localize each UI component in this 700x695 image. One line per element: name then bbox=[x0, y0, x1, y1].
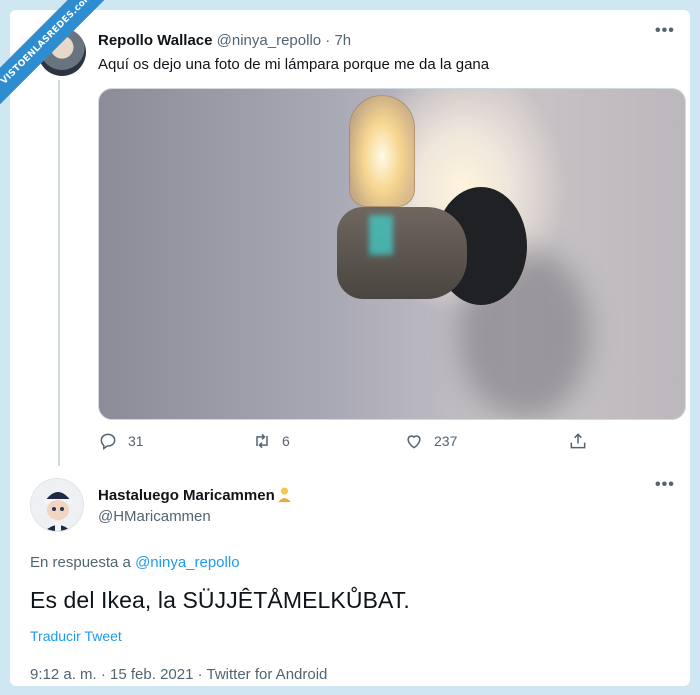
author-name[interactable]: Repollo Wallace bbox=[98, 32, 212, 49]
reply-icon bbox=[100, 433, 116, 450]
share-icon bbox=[570, 433, 586, 449]
doll-avatar-image bbox=[31, 479, 83, 531]
like-button[interactable]: 237 bbox=[404, 431, 457, 451]
reply-author-handle[interactable]: @HMaricammen bbox=[98, 508, 211, 525]
tweet-time[interactable]: 7h bbox=[334, 32, 351, 49]
reply-author-avatar[interactable] bbox=[30, 478, 84, 532]
retweet-count: 6 bbox=[282, 433, 290, 449]
more-icon[interactable]: ••• bbox=[655, 22, 675, 40]
in-reply-prefix: En respuesta a bbox=[30, 554, 131, 571]
reply-text: Es del Ikea, la SÜJJÊTÅMELKŮBAT. bbox=[30, 587, 410, 613]
lamp-glow bbox=[369, 215, 393, 255]
author-handle[interactable]: @ninya_repollo bbox=[217, 32, 321, 49]
person-emoji-icon bbox=[277, 487, 291, 503]
reply-button[interactable]: 31 bbox=[98, 431, 144, 451]
reply-author-name-row: Hastaluego Maricammen bbox=[98, 486, 293, 504]
lamp-bulb bbox=[349, 95, 415, 207]
like-icon bbox=[407, 435, 421, 449]
tweet-actions: 31 6 237 bbox=[98, 431, 598, 455]
watermark-ribbon: VISTOENLASREDES.com bbox=[0, 0, 110, 110]
reply-count: 31 bbox=[128, 433, 144, 449]
thread-connector bbox=[58, 80, 60, 466]
retweet-button[interactable]: 6 bbox=[252, 431, 290, 451]
lamp-fist bbox=[337, 207, 467, 299]
share-button[interactable] bbox=[568, 431, 598, 451]
header-separator: · bbox=[325, 32, 331, 49]
in-reply-handle-link[interactable]: @ninya_repollo bbox=[135, 554, 239, 571]
in-reply-to: En respuesta a @ninya_repollo bbox=[30, 554, 240, 571]
tweet-header: Repollo Wallace @ninya_repollo · 7h bbox=[98, 32, 351, 49]
watermark-text: VISTOENLASREDES.com bbox=[0, 0, 110, 109]
retweet-icon bbox=[256, 433, 268, 449]
reply-timestamp[interactable]: 9:12 a. m. · 15 feb. 2021 · Twitter for … bbox=[30, 666, 327, 683]
like-count: 237 bbox=[434, 433, 458, 449]
tweet-card: Repollo Wallace @ninya_repollo · 7h ••• … bbox=[10, 10, 690, 686]
reply-more-icon[interactable]: ••• bbox=[655, 476, 675, 494]
tweet-text: Aquí os dejo una foto de mi lámpara porq… bbox=[98, 56, 490, 73]
translate-tweet-link[interactable]: Traducir Tweet bbox=[30, 628, 122, 644]
reply-author-name[interactable]: Hastaluego Maricammen bbox=[98, 487, 275, 504]
tweet-photo[interactable] bbox=[98, 88, 686, 420]
